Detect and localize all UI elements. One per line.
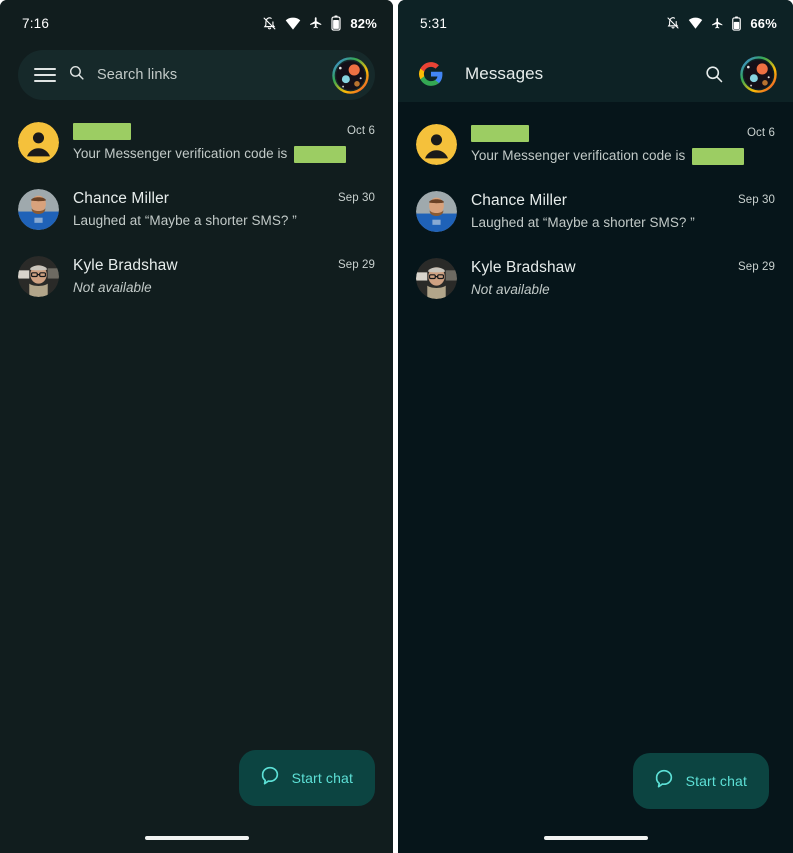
list-item-body: Oct 6 Your Messenger verification code i… <box>73 121 375 164</box>
contact-name: Kyle Bradshaw <box>73 257 178 274</box>
phone-panel-right: 5:31 66% Messages Oct 6 Your Messenger v… <box>398 0 793 853</box>
battery-percent: 82% <box>350 15 377 31</box>
snippet-text: Your Messenger verification code is <box>471 148 686 163</box>
status-time: 5:31 <box>420 15 448 31</box>
notifications-off-icon <box>262 16 277 31</box>
message-snippet: Your Messenger verification code is <box>73 144 375 164</box>
account-avatar[interactable] <box>740 55 777 93</box>
list-item-body: Oct 6 Your Messenger verification code i… <box>471 123 775 166</box>
phone-panel-left: 7:16 82% Search links Oct 6 Your Messeng… <box>0 0 393 853</box>
photo-avatar-blue-shirt <box>18 189 59 230</box>
search-icon[interactable] <box>704 64 724 84</box>
airplane-mode-icon <box>711 17 724 30</box>
snippet-text: Your Messenger verification code is <box>73 146 288 161</box>
wifi-icon <box>285 17 301 30</box>
gesture-nav-bar[interactable] <box>0 823 393 853</box>
google-g-logo <box>418 61 444 87</box>
redaction-block-name <box>471 125 529 143</box>
message-snippet: Not available <box>471 282 550 297</box>
status-icons: 66% <box>666 16 777 31</box>
notifications-off-icon <box>666 16 680 30</box>
page-title: Messages <box>465 64 544 83</box>
status-bar-left: 7:16 82% <box>0 0 393 46</box>
contact-name: Chance Miller <box>471 192 568 209</box>
chat-bubble-icon <box>653 768 675 795</box>
message-date: Sep 30 <box>737 194 775 206</box>
search-icon <box>68 64 85 86</box>
gesture-pill[interactable] <box>543 836 648 840</box>
message-date: Sep 29 <box>737 261 775 273</box>
list-item[interactable]: Chance Miller Sep 30 Laughed at “Maybe a… <box>398 178 793 245</box>
message-date: Oct 6 <box>747 127 775 139</box>
redaction-block-name <box>73 123 131 141</box>
message-snippet: Laughed at “Maybe a shorter SMS? ” <box>471 215 695 230</box>
message-snippet: Laughed at “Maybe a shorter SMS? ” <box>73 213 297 228</box>
battery-percent: 66% <box>750 15 777 31</box>
list-item[interactable]: Kyle Bradshaw Sep 29 Not available <box>398 245 793 312</box>
screenshot-stage: 7:16 82% Search links Oct 6 Your Messeng… <box>0 0 793 853</box>
wifi-icon <box>688 17 703 29</box>
list-item-body: Chance Miller Sep 30 Laughed at “Maybe a… <box>73 188 375 231</box>
gesture-pill[interactable] <box>144 836 249 840</box>
status-time: 7:16 <box>22 15 50 31</box>
message-date: Oct 6 <box>347 125 375 137</box>
list-item[interactable]: Oct 6 Your Messenger verification code i… <box>0 109 393 176</box>
app-bar: Messages <box>398 46 793 102</box>
list-item-header: Kyle Bradshaw Sep 29 <box>73 256 375 275</box>
search-bar[interactable]: Search links <box>18 50 375 100</box>
gesture-nav-bar[interactable] <box>398 823 793 853</box>
search-input[interactable]: Search links <box>97 67 320 83</box>
contact-name: Chance Miller <box>73 190 170 207</box>
list-item[interactable]: Chance Miller Sep 30 Laughed at “Maybe a… <box>0 176 393 243</box>
default-person-avatar <box>18 122 59 163</box>
contact-name <box>73 122 131 141</box>
conversation-list-left: Oct 6 Your Messenger verification code i… <box>0 100 393 310</box>
list-item[interactable]: Kyle Bradshaw Sep 29 Not available <box>0 243 393 310</box>
battery-icon <box>732 15 742 31</box>
list-item-body: Kyle Bradshaw Sep 29 Not available <box>73 255 375 298</box>
start-chat-label: Start chat <box>291 770 353 786</box>
status-bar-right: 5:31 66% <box>398 0 793 46</box>
list-item-header: Kyle Bradshaw Sep 29 <box>471 258 775 277</box>
search-bar-container: Search links <box>0 46 393 100</box>
photo-avatar-glasses <box>416 258 457 299</box>
photo-avatar-glasses <box>18 256 59 297</box>
message-snippet: Your Messenger verification code is <box>471 146 775 166</box>
photo-avatar-blue-shirt <box>416 191 457 232</box>
contact-name <box>471 124 529 143</box>
status-icons: 82% <box>262 15 377 31</box>
airplane-mode-icon <box>309 16 323 30</box>
hamburger-menu-icon[interactable] <box>34 68 56 82</box>
message-snippet: Not available <box>73 280 152 295</box>
message-date: Sep 29 <box>337 259 375 271</box>
message-date: Sep 30 <box>337 192 375 204</box>
conversation-list-right: Oct 6 Your Messenger verification code i… <box>398 102 793 312</box>
chat-bubble-icon <box>259 765 281 792</box>
start-chat-label: Start chat <box>685 773 747 789</box>
contact-name: Kyle Bradshaw <box>471 259 576 276</box>
list-item-header: Chance Miller Sep 30 <box>471 191 775 210</box>
account-avatar[interactable] <box>332 56 369 94</box>
start-chat-fab[interactable]: Start chat <box>632 753 769 809</box>
list-item-header: Oct 6 <box>471 124 775 143</box>
list-item-body: Kyle Bradshaw Sep 29 Not available <box>471 257 775 300</box>
default-person-avatar <box>416 124 457 165</box>
redaction-block-code <box>692 147 745 165</box>
list-item-body: Chance Miller Sep 30 Laughed at “Maybe a… <box>471 190 775 233</box>
start-chat-fab[interactable]: Start chat <box>238 750 375 806</box>
redaction-block-code <box>294 145 347 163</box>
list-item-header: Oct 6 <box>73 122 375 141</box>
list-item[interactable]: Oct 6 Your Messenger verification code i… <box>398 111 793 178</box>
list-item-header: Chance Miller Sep 30 <box>73 189 375 208</box>
battery-icon <box>331 15 341 31</box>
